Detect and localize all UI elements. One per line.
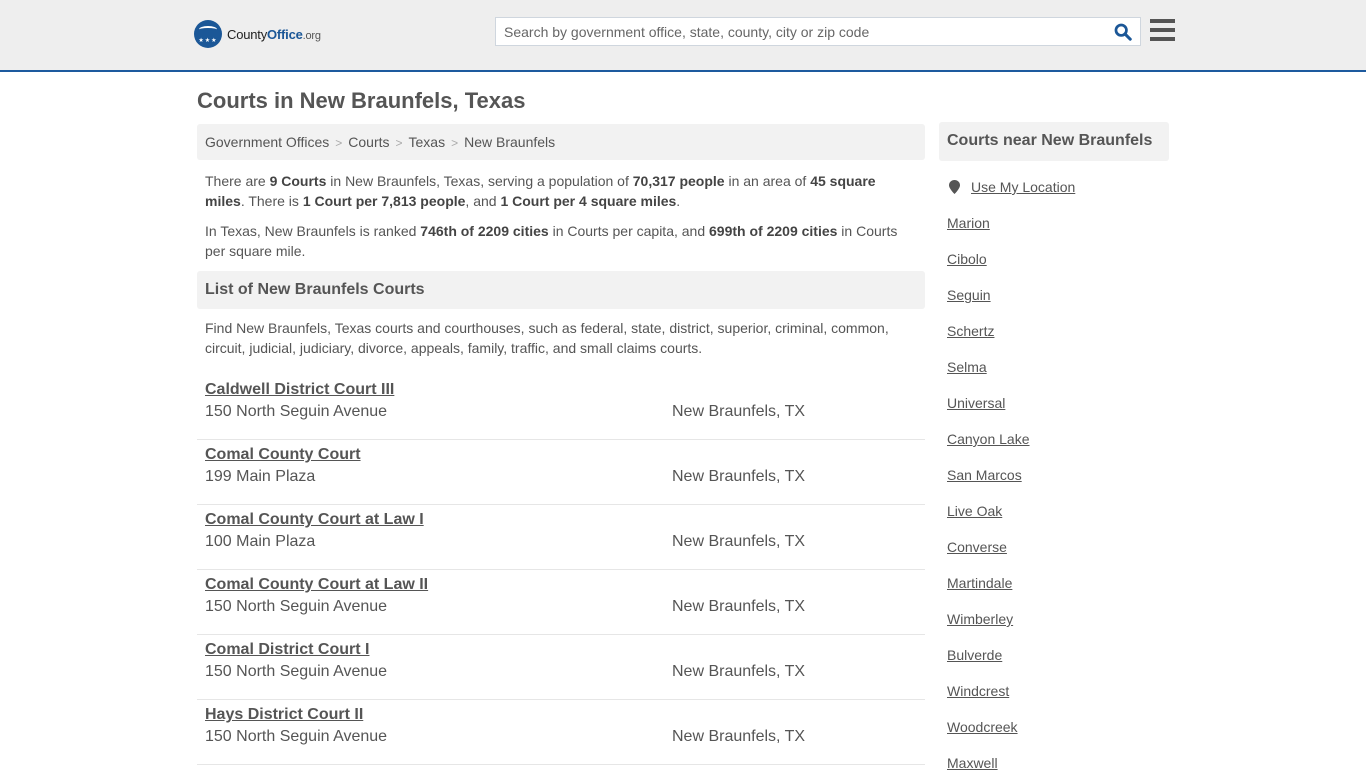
nearby-city-item: Live Oak — [939, 493, 1169, 529]
court-name-link[interactable]: Hays District Court II — [205, 704, 363, 726]
breadcrumb-courts[interactable]: Courts — [348, 134, 389, 150]
logo-text: CountyOffice.org — [227, 26, 321, 42]
court-address: 100 Main Plaza — [205, 533, 316, 550]
breadcrumb: Government Offices > Courts > Texas > New Brau… — [197, 124, 925, 160]
court-address: 150 North Seguin Avenue — [205, 403, 388, 420]
search-box — [495, 17, 1141, 46]
court-item: Comal District Court I 150 North Seguin … — [197, 635, 925, 700]
map-pin-icon — [949, 180, 960, 194]
court-address: 199 Main Plaza — [205, 468, 316, 485]
nearby-city-item: Woodcreek — [939, 709, 1169, 745]
nearby-city-item: Marion — [939, 205, 1169, 241]
court-item: Comal County Court at Law II 150 North S… — [197, 570, 925, 635]
breadcrumb-separator: > — [335, 136, 343, 150]
nearby-city-link[interactable]: Wimberley — [947, 611, 1013, 627]
nearby-city-link[interactable]: Live Oak — [947, 503, 1002, 519]
main-content: Government Offices > Courts > Texas > New Brau… — [197, 124, 925, 765]
court-name-link[interactable]: Comal County Court — [205, 444, 361, 466]
court-city: New Braunfels, TX — [672, 663, 806, 680]
nearby-city-link[interactable]: Bulverde — [947, 647, 1002, 663]
nearby-city-item: Maxwell — [939, 745, 1169, 781]
nearby-city-link[interactable]: Cibolo — [947, 251, 987, 267]
court-city: New Braunfels, TX — [672, 728, 806, 745]
nearby-city-link[interactable]: Maxwell — [947, 755, 998, 771]
court-item: Caldwell District Court III 150 North Se… — [197, 375, 925, 440]
breadcrumb-texas[interactable]: Texas — [409, 134, 446, 150]
court-item: Comal County Court 199 Main Plaza New Br… — [197, 440, 925, 505]
nearby-city-item: Universal — [939, 385, 1169, 421]
court-name-link[interactable]: Comal County Court at Law II — [205, 574, 428, 596]
summary: There are 9 Courts in New Braunfels, Tex… — [197, 160, 925, 261]
nearby-city-link[interactable]: Selma — [947, 359, 987, 375]
court-item: Hays District Court II 150 North Seguin … — [197, 700, 925, 765]
nearby-city-item: Selma — [939, 349, 1169, 385]
page-title: Courts in New Braunfels, Texas — [197, 88, 526, 113]
breadcrumb-government-offices[interactable]: Government Offices — [205, 134, 329, 150]
use-my-location[interactable]: Use My Location — [939, 178, 1169, 196]
nearby-city-link[interactable]: Woodcreek — [947, 719, 1018, 735]
breadcrumb-separator: > — [395, 136, 403, 150]
court-name-link[interactable]: Caldwell District Court III — [205, 379, 394, 401]
nearby-city-item: Seguin — [939, 277, 1169, 313]
nearby-city-link[interactable]: Windcrest — [947, 683, 1009, 699]
use-my-location-link[interactable]: Use My Location — [971, 179, 1075, 195]
nearby-city-link[interactable]: Seguin — [947, 287, 991, 303]
nearby-city-item: Wimberley — [939, 601, 1169, 637]
court-address: 150 North Seguin Avenue — [205, 598, 388, 615]
court-list: Caldwell District Court III 150 North Se… — [197, 375, 925, 765]
nearby-city-item: Martindale — [939, 565, 1169, 601]
court-address: 150 North Seguin Avenue — [205, 728, 388, 745]
breadcrumb-new-braunfels[interactable]: New Braunfels — [464, 134, 555, 150]
search-input[interactable] — [496, 18, 1096, 45]
court-item: Comal County Court at Law I 100 Main Pla… — [197, 505, 925, 570]
list-heading: List of New Braunfels Courts — [197, 271, 925, 309]
summary-stats: There are 9 Courts in New Braunfels, Tex… — [205, 173, 876, 209]
nearby-city-item: Windcrest — [939, 673, 1169, 709]
court-name-link[interactable]: Comal District Court I — [205, 639, 369, 661]
sidebar: Courts near New Braunfels Use My Locatio… — [939, 122, 1169, 781]
court-city: New Braunfels, TX — [672, 468, 806, 485]
court-address: 150 North Seguin Avenue — [205, 663, 388, 680]
nearby-city-link[interactable]: Canyon Lake — [947, 431, 1030, 447]
court-city: New Braunfels, TX — [672, 598, 806, 615]
search-icon[interactable] — [1114, 23, 1132, 41]
hamburger-menu-icon[interactable] — [1150, 19, 1175, 41]
nearby-city-link[interactable]: Converse — [947, 539, 1007, 555]
site-logo[interactable]: ★★★ CountyOffice.org — [194, 20, 321, 48]
court-city: New Braunfels, TX — [672, 533, 806, 550]
nearby-city-item: Canyon Lake — [939, 421, 1169, 457]
eagle-logo-icon: ★★★ — [194, 20, 222, 48]
sidebar-heading: Courts near New Braunfels — [939, 122, 1169, 161]
list-description: Find New Braunfels, Texas courts and cou… — [205, 320, 889, 356]
nearby-city-item: Schertz — [939, 313, 1169, 349]
nearby-city-link[interactable]: Schertz — [947, 323, 994, 339]
breadcrumb-separator: > — [451, 136, 459, 150]
court-name-link[interactable]: Comal County Court at Law I — [205, 509, 424, 531]
nearby-city-link[interactable]: Universal — [947, 395, 1005, 411]
site-header: ★★★ CountyOffice.org — [0, 0, 1366, 72]
summary-ranking: In Texas, New Braunfels is ranked 746th … — [205, 223, 898, 259]
nearby-city-item: San Marcos — [939, 457, 1169, 493]
nearby-city-item: Converse — [939, 529, 1169, 565]
nearby-city-link[interactable]: Martindale — [947, 575, 1012, 591]
nearby-city-item: Cibolo — [939, 241, 1169, 277]
nearby-cities: Marion Cibolo Seguin Schertz Selma Unive… — [939, 205, 1169, 781]
court-city: New Braunfels, TX — [672, 403, 806, 420]
nearby-city-item: Bulverde — [939, 637, 1169, 673]
nearby-city-link[interactable]: San Marcos — [947, 467, 1022, 483]
nearby-city-link[interactable]: Marion — [947, 215, 990, 231]
